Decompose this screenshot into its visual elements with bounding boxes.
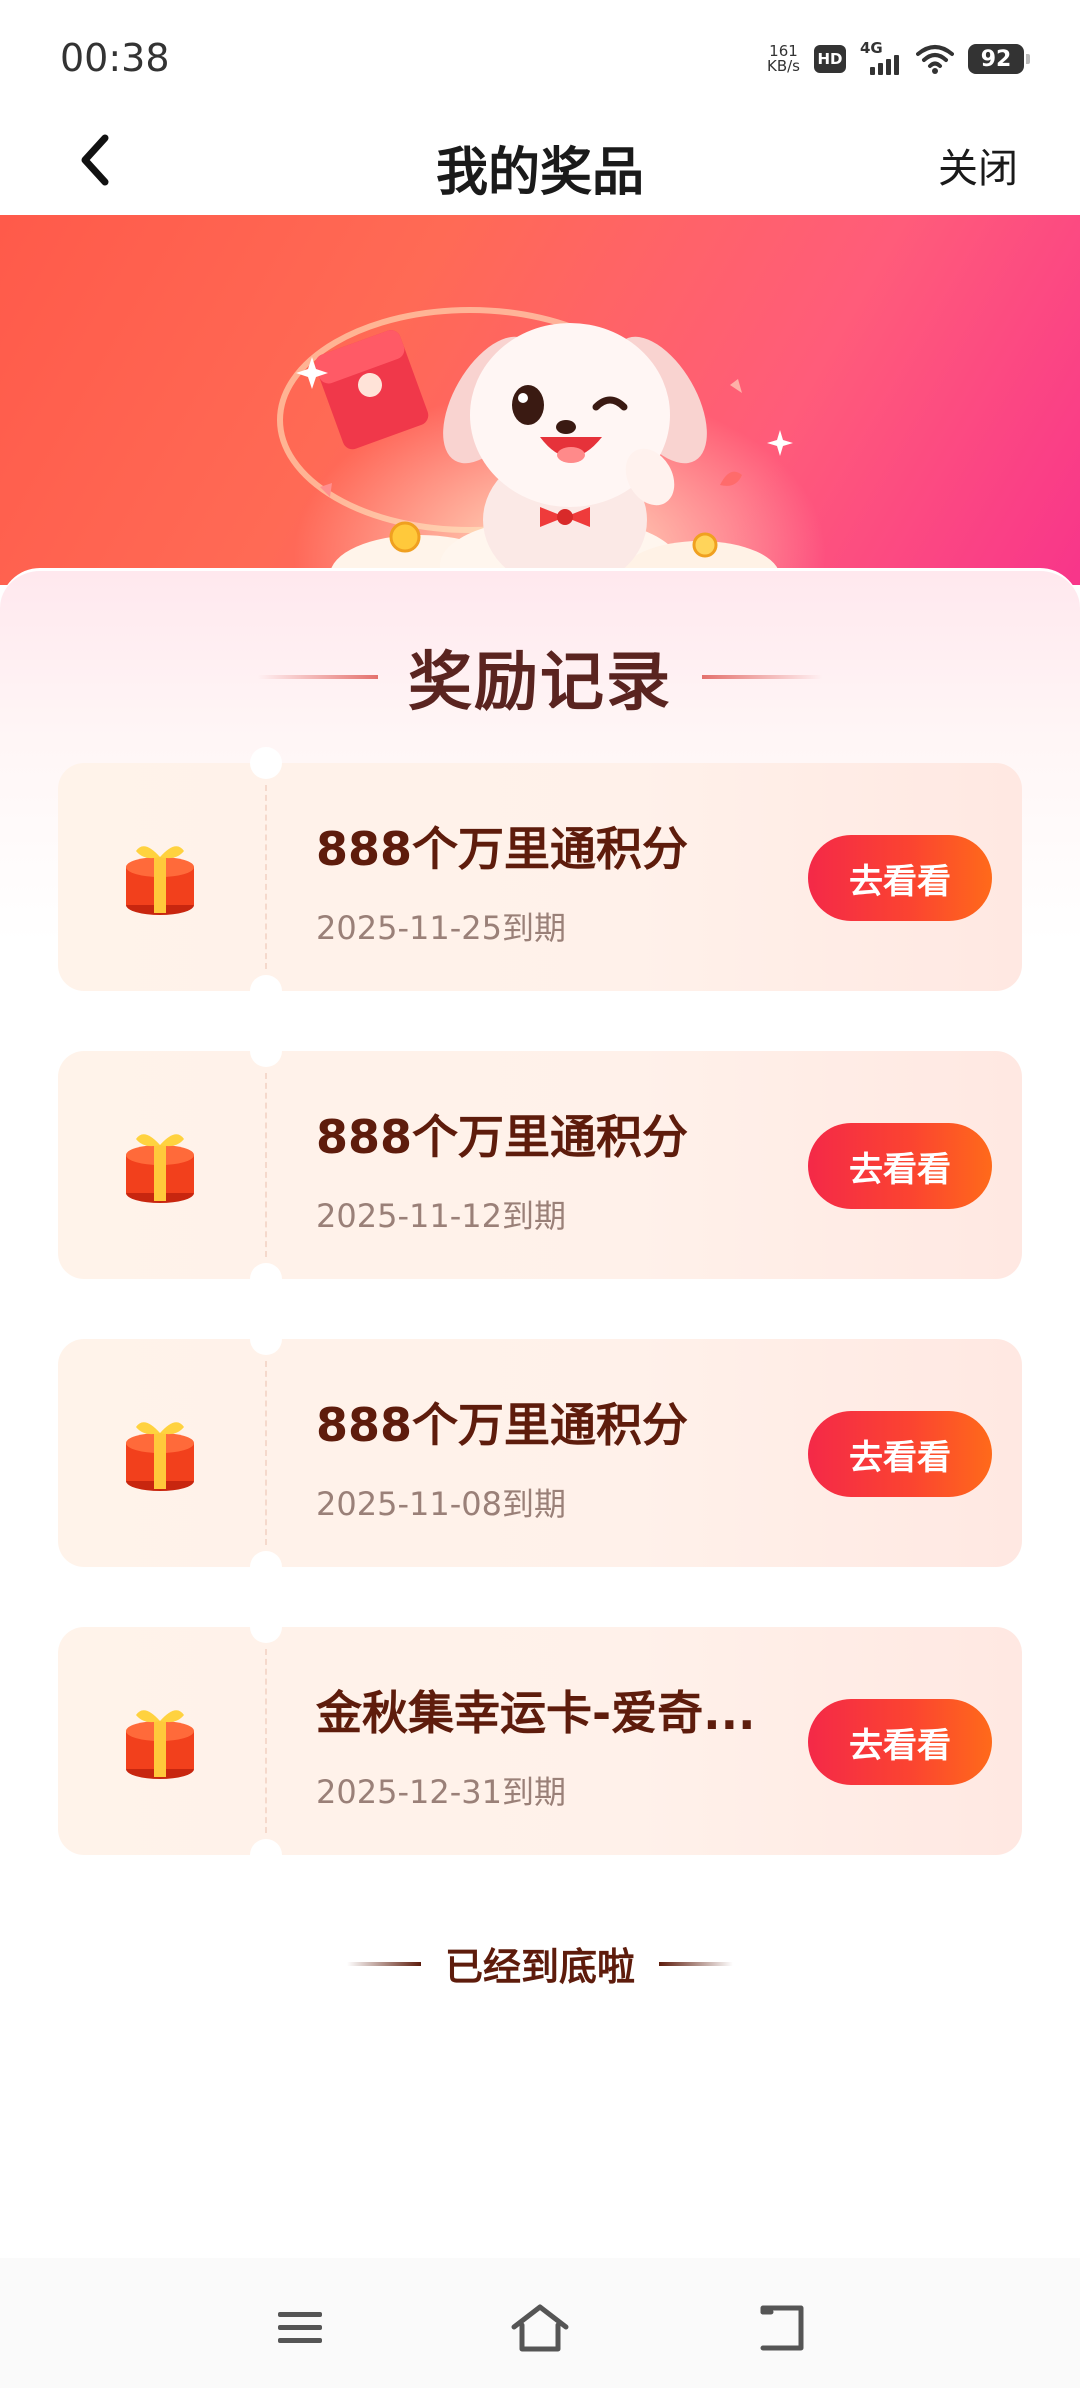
- page-title: 我的奖品: [435, 143, 644, 203]
- gift-box-icon: [126, 1134, 194, 1203]
- network-speed: 161 KB/s: [767, 44, 800, 74]
- view-reward-button[interactable]: 去看看: [808, 1411, 992, 1497]
- ticket-divider: [265, 1073, 267, 1257]
- reward-expire-date: 2025-11-25到期: [316, 909, 566, 947]
- title-decor-line-left: [258, 675, 378, 679]
- end-decor-line-right: [659, 1961, 733, 1966]
- back-nav-button[interactable]: [752, 2298, 812, 2358]
- reward-name: 888个万里通积分: [316, 822, 689, 876]
- cellular-signal-icon: 4G: [860, 39, 902, 75]
- network-gen-label: 4G: [860, 39, 883, 57]
- home-button[interactable]: [510, 2298, 570, 2358]
- battery-indicator: 92: [968, 44, 1030, 74]
- ticket-divider: [265, 1649, 267, 1833]
- home-icon: [511, 2304, 569, 2352]
- title-decor-line-right: [702, 675, 822, 679]
- end-of-list-tip: 已经到底啦: [0, 1936, 1080, 1991]
- reward-name: 金秋集幸运卡-爱奇...: [316, 1686, 756, 1740]
- gift-box-icon: [126, 1422, 194, 1491]
- reward-expire-date: 2025-11-12到期: [316, 1197, 566, 1235]
- reward-name: 888个万里通积分: [316, 1110, 689, 1164]
- system-navigation-bar: [0, 2258, 1080, 2388]
- back-icon: [760, 2305, 804, 2351]
- end-decor-line-left: [346, 1961, 421, 1966]
- view-reward-button[interactable]: 去看看: [808, 1699, 992, 1785]
- end-of-list-text: 已经到底啦: [444, 1945, 635, 1989]
- view-reward-button[interactable]: 去看看: [808, 835, 992, 921]
- status-indicators: 161 KB/s HD 4G 92: [767, 36, 1030, 82]
- reward-item: 金秋集幸运卡-爱奇... 2025-12-31到期 去看看: [58, 1611, 1022, 1871]
- status-bar: 00:38 161 KB/s HD 4G 92: [0, 0, 1080, 110]
- section-title: 奖励记录: [408, 646, 672, 720]
- gift-box-icon: [126, 846, 194, 915]
- reward-list: 888个万里通积分 2025-11-25到期 去看看 888个万里通积分 202…: [58, 747, 1022, 1915]
- status-time: 00:38: [60, 36, 170, 80]
- wifi-icon: [916, 45, 954, 74]
- network-speed-unit: KB/s: [767, 57, 800, 75]
- reward-records-card: 奖励记录 888个万里通积分 2025-11-25到期 去看看 888个万里通积…: [0, 568, 1080, 2258]
- view-reward-button[interactable]: 去看看: [808, 1123, 992, 1209]
- ticket-divider: [265, 1361, 267, 1545]
- hd-icon: HD: [814, 45, 846, 73]
- section-header: 奖励记录: [0, 631, 1080, 723]
- gift-box-icon: [126, 1710, 194, 1779]
- reward-expire-date: 2025-11-08到期: [316, 1485, 566, 1523]
- reward-name: 888个万里通积分: [316, 1398, 689, 1452]
- banner: [0, 215, 1080, 585]
- menu-button[interactable]: [270, 2298, 330, 2358]
- reward-item: 888个万里通积分 2025-11-12到期 去看看: [58, 1035, 1022, 1295]
- close-button[interactable]: 关闭: [938, 136, 1018, 194]
- mascot-illustration: [277, 307, 793, 585]
- reward-expire-date: 2025-12-31到期: [316, 1773, 566, 1811]
- ticket-divider: [265, 785, 267, 969]
- navigation-bar: 我的奖品 关闭: [0, 110, 1080, 215]
- reward-item: 888个万里通积分 2025-11-08到期 去看看: [58, 1323, 1022, 1583]
- menu-icon: [278, 2312, 322, 2343]
- reward-item: 888个万里通积分 2025-11-25到期 去看看: [58, 747, 1022, 1007]
